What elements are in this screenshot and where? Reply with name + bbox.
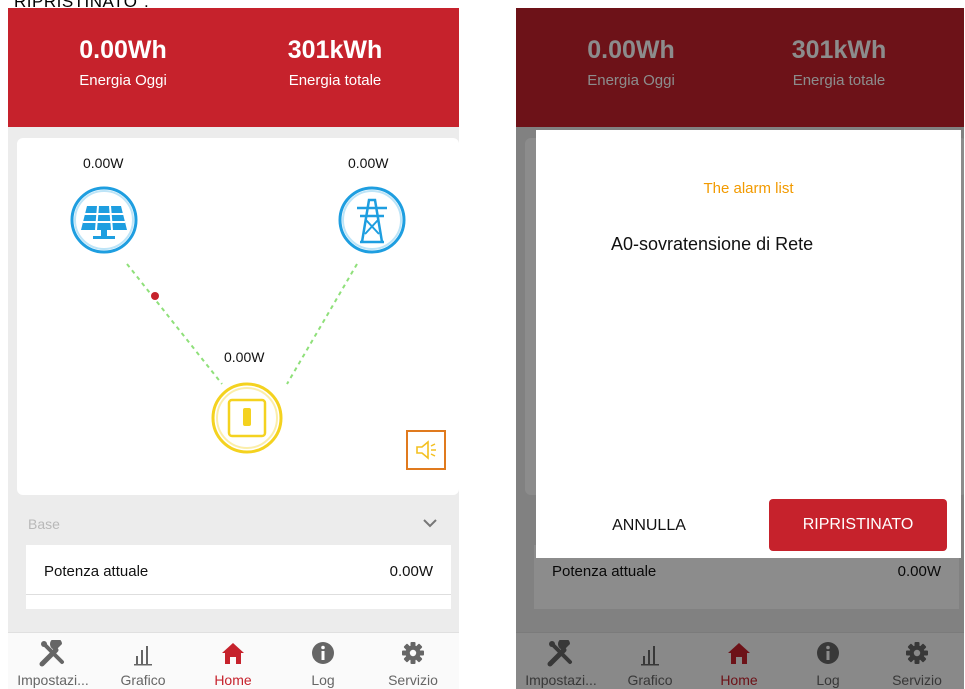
inverter-power: 0.00W bbox=[224, 349, 265, 365]
home-screen: 0.00Wh Energia Oggi 301kWh Energia total… bbox=[8, 8, 459, 689]
home-screen-with-alarm-dialog: 0.00Wh Energia Oggi 301kWh Energia total… bbox=[516, 8, 964, 689]
tab-label: Grafico bbox=[120, 672, 166, 688]
gear-icon bbox=[402, 642, 424, 664]
dialog-title: The alarm list bbox=[703, 180, 794, 197]
energy-today: 0.00Wh Energia Oggi bbox=[33, 36, 213, 89]
alarm-message: A0-sovratensione di Rete bbox=[611, 234, 814, 254]
tab-home[interactable]: Home bbox=[188, 633, 278, 689]
energy-total-label: Energia totale bbox=[288, 72, 382, 89]
home-icon bbox=[222, 643, 244, 664]
tab-service[interactable]: Servizio bbox=[368, 633, 458, 689]
tab-settings[interactable]: Impostazi... bbox=[8, 633, 98, 689]
tab-label: Servizio bbox=[388, 672, 438, 688]
tab-log[interactable]: Log bbox=[278, 633, 368, 689]
energy-today-label: Energia Oggi bbox=[79, 72, 167, 89]
energy-flow-diagram bbox=[70, 186, 406, 454]
energy-flow-card: 0.00W 0.00W 0.00W bbox=[17, 138, 459, 495]
row-value: 0.00W bbox=[389, 563, 433, 580]
section-base-title: Base bbox=[28, 516, 60, 532]
base-info-list: Potenza attuale 0.00W bbox=[26, 545, 451, 609]
cancel-button[interactable]: ANNULLA bbox=[574, 501, 724, 551]
energy-header: 0.00Wh Energia Oggi 301kWh Energia total… bbox=[8, 8, 459, 127]
tab-label: Log bbox=[311, 672, 335, 688]
energy-total-value: 301kWh bbox=[287, 36, 383, 64]
pv-flow-line bbox=[126, 263, 223, 385]
energy-total: 301kWh Energia totale bbox=[245, 36, 425, 89]
tools-icon bbox=[39, 640, 64, 667]
list-item: Potenza attuale 0.00W bbox=[26, 545, 451, 595]
grid-flow-line bbox=[286, 263, 358, 385]
pv-power: 0.00W bbox=[83, 155, 124, 171]
tab-chart[interactable]: Grafico bbox=[98, 633, 188, 689]
grid-tower-icon bbox=[338, 186, 406, 254]
reset-button[interactable]: RIPRISTINATO bbox=[769, 499, 947, 551]
solar-panel-icon bbox=[70, 186, 138, 254]
flow-dot bbox=[151, 292, 159, 300]
alarm-list-dialog: The alarm list A0-sovratensione di Rete … bbox=[536, 130, 961, 558]
energy-today-value: 0.00Wh bbox=[79, 36, 167, 64]
info-icon bbox=[312, 642, 334, 664]
alarm-button[interactable] bbox=[406, 430, 446, 470]
grid-power: 0.00W bbox=[348, 155, 389, 171]
bar-chart-icon bbox=[134, 646, 152, 666]
row-label: Potenza attuale bbox=[44, 563, 149, 580]
chevron-down-icon[interactable] bbox=[422, 518, 438, 528]
speaker-alarm-icon bbox=[416, 440, 436, 460]
bottom-tab-bar: Impostazi... Grafico Home Log Servizio bbox=[8, 632, 459, 689]
inverter-icon bbox=[211, 382, 283, 454]
tab-label: Impostazi... bbox=[17, 672, 89, 688]
tab-label: Home bbox=[214, 672, 252, 688]
